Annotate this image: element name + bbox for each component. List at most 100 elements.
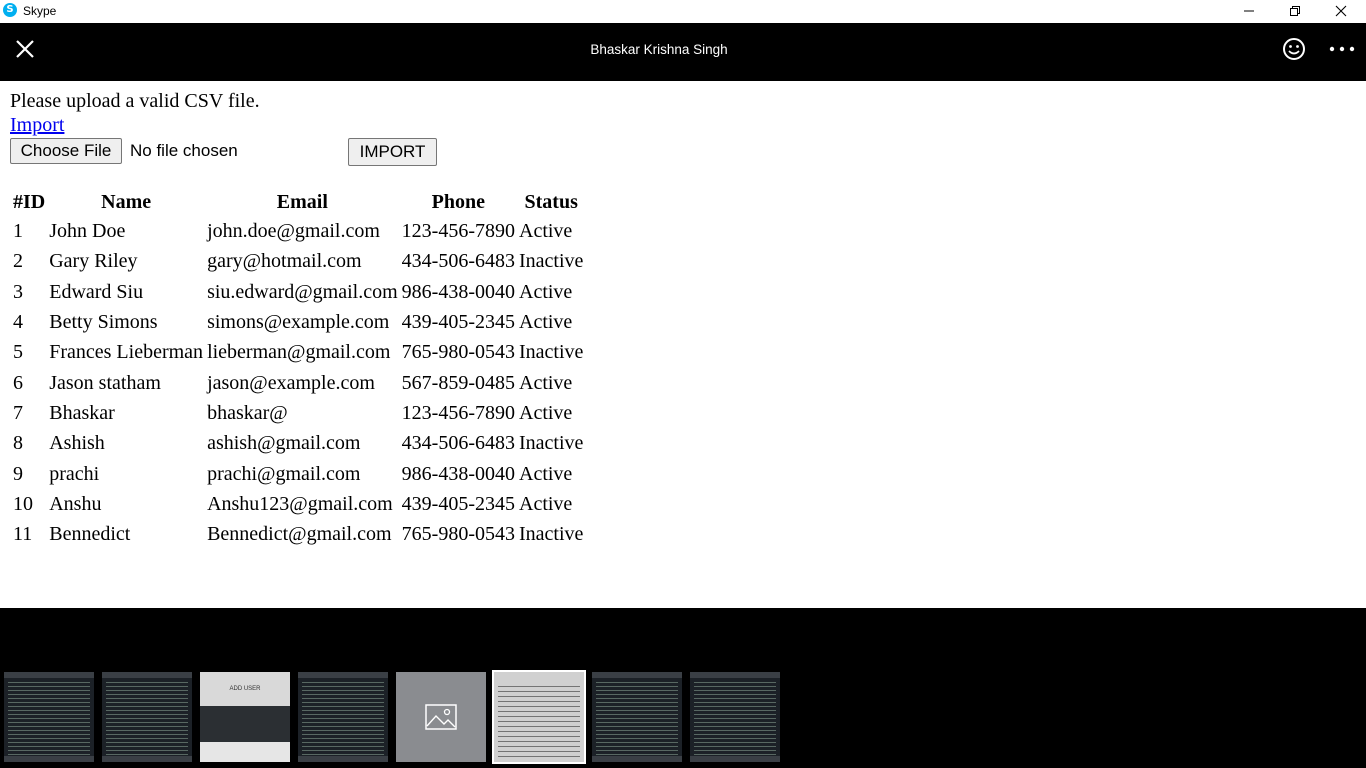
- cell-name: Edward Siu: [49, 280, 144, 303]
- thumbnail-bar: [102, 756, 192, 762]
- window-close-button[interactable]: [1318, 0, 1364, 23]
- cell-status: Active: [519, 492, 573, 515]
- table-row: 2 Gary Riley gary@hotmail.com 434-506-6483 I…: [12, 247, 584, 275]
- cell-name: Bennedict: [49, 523, 131, 546]
- table-row: 10 Anshu Anshu123@gmail.com 439-405-2345 Act…: [12, 490, 584, 518]
- cell-id: 7: [13, 401, 23, 424]
- cell-phone: 986-438-0040: [401, 280, 515, 303]
- file-status: No file chosen: [130, 141, 238, 160]
- cell-email: Bennedict@gmail.com: [207, 523, 392, 546]
- thumbnail-code[interactable]: [592, 672, 682, 762]
- contact-name: Bhaskar Krishna Singh: [590, 42, 728, 57]
- table-header-row: #ID Name Email Phone Status: [12, 189, 584, 215]
- cell-id: 10: [13, 492, 33, 515]
- users-table: #ID Name Email Phone Status 1 John Doe joh…: [10, 187, 586, 550]
- thumbnail-bar: [102, 672, 192, 678]
- window-title-bar: S Skype: [0, 0, 1366, 23]
- cell-phone: 765-980-0543: [401, 341, 515, 364]
- thumbnail-bar: [592, 672, 682, 678]
- cell-id: 4: [13, 311, 23, 334]
- thumbnail-selected[interactable]: [492, 670, 586, 764]
- cell-phone: 123-456-7890: [401, 401, 515, 424]
- column-header: Name: [101, 191, 152, 213]
- restore-button[interactable]: [1272, 0, 1318, 23]
- cell-status: Active: [519, 311, 573, 334]
- code-lines: [694, 682, 776, 756]
- cell-email: john.doe@gmail.com: [207, 220, 380, 243]
- thumbnail-footer: [200, 742, 290, 762]
- cell-name: Anshu: [49, 492, 102, 515]
- thumbnail-code[interactable]: [4, 672, 94, 762]
- image-icon: [425, 704, 457, 730]
- cell-email: bhaskar@: [207, 401, 288, 424]
- cell-email: jason@example.com: [207, 371, 375, 394]
- app-title: Skype: [23, 4, 57, 18]
- table-row: 6 Jason statham jason@example.com 567-859-0…: [12, 368, 584, 396]
- code-lines: [596, 682, 678, 756]
- more-options-icon: [1329, 46, 1355, 52]
- cell-name: prachi: [49, 462, 100, 485]
- choose-file-button[interactable]: Choose File: [10, 138, 122, 164]
- thumbnail-bar: [298, 756, 388, 762]
- thumbnail-bar: [298, 672, 388, 678]
- cell-phone: 439-405-2345: [401, 492, 515, 515]
- column-header: Email: [276, 191, 328, 213]
- thumbnail-image-placeholder[interactable]: [396, 672, 486, 762]
- thumbnail-code[interactable]: [690, 672, 780, 762]
- thumbnail-bar: [690, 672, 780, 678]
- cell-phone: 567-859-0485: [401, 371, 515, 394]
- cell-status: Inactive: [519, 432, 584, 455]
- cell-id: 6: [13, 371, 23, 394]
- cell-phone: 765-980-0543: [401, 523, 515, 546]
- table-row: 5 Frances Lieberman lieberman@gmail.com 765…: [12, 338, 584, 366]
- import-link[interactable]: Import: [10, 113, 64, 137]
- table-row: 11 Bennedict Bennedict@gmail.com 765-980-05…: [12, 520, 584, 548]
- viewer-header: Bhaskar Krishna Singh: [0, 23, 1366, 81]
- emoji-button[interactable]: [1281, 36, 1307, 62]
- cell-id: 11: [13, 523, 33, 546]
- minimize-button[interactable]: [1226, 0, 1272, 23]
- cell-name: Betty Simons: [49, 311, 158, 334]
- upload-message: Please upload a valid CSV file.: [10, 90, 260, 112]
- minimize-icon: [1244, 10, 1254, 12]
- thumbnail-bar: [592, 756, 682, 762]
- cell-name: Ashish: [49, 432, 105, 455]
- cell-status: Active: [519, 371, 573, 394]
- thumbnail-table-preview: [498, 686, 580, 758]
- cell-status: Active: [519, 280, 573, 303]
- cell-email: ashish@gmail.com: [207, 432, 361, 455]
- restore-icon: [1290, 6, 1300, 16]
- cell-id: 2: [13, 250, 23, 273]
- thumbnail-add-user[interactable]: ADD USER: [200, 672, 290, 762]
- cell-id: 1: [13, 220, 23, 243]
- skype-logo-icon: S: [3, 3, 17, 17]
- more-options-button[interactable]: [1328, 36, 1356, 62]
- thumbnail-code[interactable]: [102, 672, 192, 762]
- cell-phone: 986-438-0040: [401, 462, 515, 485]
- cell-email: gary@hotmail.com: [207, 250, 362, 273]
- table-row: 8 Ashish ashish@gmail.com 434-506-6483 Inact…: [12, 429, 584, 457]
- thumbnail-title: ADD USER: [200, 672, 290, 706]
- thumbnail-bar: [690, 756, 780, 762]
- cell-name: John Doe: [49, 220, 126, 243]
- cell-status: Inactive: [519, 523, 584, 546]
- cell-email: lieberman@gmail.com: [207, 341, 391, 364]
- table-row: 1 John Doe john.doe@gmail.com 123-456-7890 A…: [12, 217, 584, 245]
- cell-status: Inactive: [519, 250, 584, 273]
- cell-name: Gary Riley: [49, 250, 138, 273]
- column-header: #ID: [13, 191, 46, 213]
- import-button[interactable]: IMPORT: [348, 138, 437, 166]
- cell-phone: 434-506-6483: [401, 432, 515, 455]
- thumbnail-form: [200, 706, 290, 742]
- column-header: Phone: [431, 191, 485, 213]
- cell-id: 3: [13, 280, 23, 303]
- thumbnail-code[interactable]: [298, 672, 388, 762]
- emoji-icon: [1283, 38, 1305, 60]
- cell-id: 5: [13, 341, 23, 364]
- column-header: Status: [524, 191, 578, 213]
- table-row: 3 Edward Siu siu.edward@gmail.com 986-438-0…: [12, 278, 584, 306]
- cell-status: Active: [519, 220, 573, 243]
- cell-email: simons@example.com: [207, 311, 390, 334]
- thumbnail-bar: [4, 672, 94, 678]
- code-lines: [106, 682, 188, 756]
